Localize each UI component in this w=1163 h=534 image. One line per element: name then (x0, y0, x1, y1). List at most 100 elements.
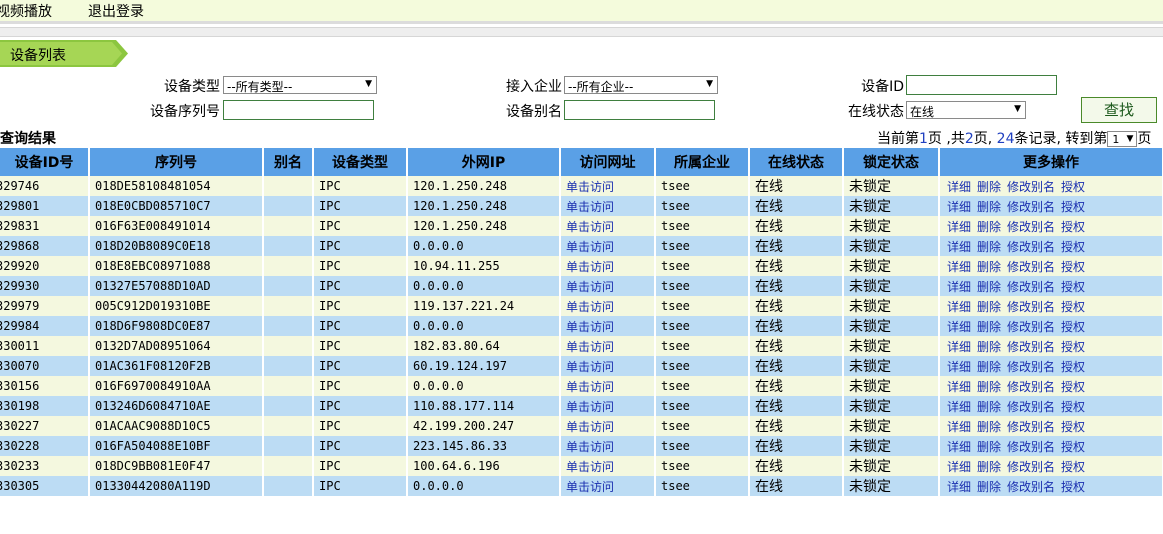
device-type-select[interactable]: --所有类型-- ▼ (223, 76, 377, 94)
delete-link[interactable]: 删除 (977, 280, 1001, 294)
edit-alias-link[interactable]: 修改别名 (1007, 340, 1055, 354)
delete-link[interactable]: 删除 (977, 420, 1001, 434)
access-link[interactable]: 单击访问 (566, 200, 614, 214)
details-link[interactable]: 详细 (947, 340, 971, 354)
search-button[interactable]: 查找 (1081, 97, 1157, 123)
table-row: 330228 016FA504088E10BF IPC 223.145.86.33 单击… (0, 436, 1163, 456)
delete-link[interactable]: 删除 (977, 320, 1001, 334)
authorize-link[interactable]: 授权 (1061, 240, 1085, 254)
access-link[interactable]: 单击访问 (566, 340, 614, 354)
access-link[interactable]: 单击访问 (566, 380, 614, 394)
details-link[interactable]: 详细 (947, 240, 971, 254)
enterprise-select[interactable]: --所有企业-- ▼ (564, 76, 718, 94)
goto-page-select[interactable]: 1 ▼ (1107, 131, 1138, 147)
authorize-link[interactable]: 授权 (1061, 380, 1085, 394)
access-link[interactable]: 单击访问 (566, 400, 614, 414)
nav-logout[interactable]: 退出登录 (88, 1, 144, 21)
details-link[interactable]: 详细 (947, 380, 971, 394)
delete-link[interactable]: 删除 (977, 400, 1001, 414)
pager-prefix: 当前第 (877, 131, 919, 147)
serial-input[interactable] (223, 100, 374, 120)
access-link[interactable]: 单击访问 (566, 220, 614, 234)
delete-link[interactable]: 删除 (977, 220, 1001, 234)
edit-alias-link[interactable]: 修改别名 (1007, 360, 1055, 374)
online-status-select[interactable]: 在线 ▼ (906, 101, 1026, 119)
edit-alias-link[interactable]: 修改别名 (1007, 320, 1055, 334)
delete-link[interactable]: 删除 (977, 380, 1001, 394)
authorize-link[interactable]: 授权 (1061, 480, 1085, 494)
authorize-link[interactable]: 授权 (1061, 220, 1085, 234)
delete-link[interactable]: 删除 (977, 200, 1001, 214)
authorize-link[interactable]: 授权 (1061, 320, 1085, 334)
details-link[interactable]: 详细 (947, 440, 971, 454)
authorize-link[interactable]: 授权 (1061, 260, 1085, 274)
edit-alias-link[interactable]: 修改别名 (1007, 380, 1055, 394)
device-id-input[interactable] (906, 75, 1057, 95)
delete-link[interactable]: 删除 (977, 360, 1001, 374)
access-link[interactable]: 单击访问 (566, 420, 614, 434)
details-link[interactable]: 详细 (947, 420, 971, 434)
delete-link[interactable]: 删除 (977, 260, 1001, 274)
current-page: 1 (919, 131, 928, 147)
access-link[interactable]: 单击访问 (566, 360, 614, 374)
cell-access-url: 单击访问 (560, 336, 656, 356)
edit-alias-link[interactable]: 修改别名 (1007, 480, 1055, 494)
cell-online-status: 在线 (749, 476, 844, 496)
access-link[interactable]: 单击访问 (566, 480, 614, 494)
delete-link[interactable]: 删除 (977, 300, 1001, 314)
details-link[interactable]: 详细 (947, 300, 971, 314)
cell-access-url: 单击访问 (560, 176, 656, 196)
details-link[interactable]: 详细 (947, 400, 971, 414)
delete-link[interactable]: 删除 (977, 180, 1001, 194)
cell-enterprise: tsee (655, 356, 750, 376)
cell-enterprise: tsee (655, 296, 750, 316)
delete-link[interactable]: 删除 (977, 480, 1001, 494)
access-link[interactable]: 单击访问 (566, 280, 614, 294)
details-link[interactable]: 详细 (947, 360, 971, 374)
edit-alias-link[interactable]: 修改别名 (1007, 400, 1055, 414)
cell-actions: 详细 删除 修改别名 授权 (939, 236, 1163, 256)
details-link[interactable]: 详细 (947, 220, 971, 234)
edit-alias-link[interactable]: 修改别名 (1007, 240, 1055, 254)
authorize-link[interactable]: 授权 (1061, 420, 1085, 434)
authorize-link[interactable]: 授权 (1061, 360, 1085, 374)
authorize-link[interactable]: 授权 (1061, 280, 1085, 294)
delete-link[interactable]: 删除 (977, 240, 1001, 254)
edit-alias-link[interactable]: 修改别名 (1007, 420, 1055, 434)
delete-link[interactable]: 删除 (977, 340, 1001, 354)
details-link[interactable]: 详细 (947, 180, 971, 194)
details-link[interactable]: 详细 (947, 280, 971, 294)
authorize-link[interactable]: 授权 (1061, 300, 1085, 314)
nav-video-playback[interactable]: 视频播放 (0, 1, 52, 21)
access-link[interactable]: 单击访问 (566, 240, 614, 254)
authorize-link[interactable]: 授权 (1061, 400, 1085, 414)
delete-link[interactable]: 删除 (977, 440, 1001, 454)
details-link[interactable]: 详细 (947, 320, 971, 334)
access-link[interactable]: 单击访问 (566, 180, 614, 194)
cell-actions: 详细 删除 修改别名 授权 (939, 416, 1163, 436)
details-link[interactable]: 详细 (947, 480, 971, 494)
alias-input[interactable] (564, 100, 715, 120)
edit-alias-link[interactable]: 修改别名 (1007, 200, 1055, 214)
details-link[interactable]: 详细 (947, 260, 971, 274)
access-link[interactable]: 单击访问 (566, 320, 614, 334)
access-link[interactable]: 单击访问 (566, 260, 614, 274)
edit-alias-link[interactable]: 修改别名 (1007, 440, 1055, 454)
access-link[interactable]: 单击访问 (566, 300, 614, 314)
delete-link[interactable]: 删除 (977, 460, 1001, 474)
details-link[interactable]: 详细 (947, 460, 971, 474)
access-link[interactable]: 单击访问 (566, 440, 614, 454)
access-link[interactable]: 单击访问 (566, 460, 614, 474)
authorize-link[interactable]: 授权 (1061, 180, 1085, 194)
authorize-link[interactable]: 授权 (1061, 460, 1085, 474)
authorize-link[interactable]: 授权 (1061, 440, 1085, 454)
edit-alias-link[interactable]: 修改别名 (1007, 280, 1055, 294)
authorize-link[interactable]: 授权 (1061, 340, 1085, 354)
edit-alias-link[interactable]: 修改别名 (1007, 460, 1055, 474)
edit-alias-link[interactable]: 修改别名 (1007, 180, 1055, 194)
details-link[interactable]: 详细 (947, 200, 971, 214)
edit-alias-link[interactable]: 修改别名 (1007, 300, 1055, 314)
authorize-link[interactable]: 授权 (1061, 200, 1085, 214)
edit-alias-link[interactable]: 修改别名 (1007, 260, 1055, 274)
edit-alias-link[interactable]: 修改别名 (1007, 220, 1055, 234)
